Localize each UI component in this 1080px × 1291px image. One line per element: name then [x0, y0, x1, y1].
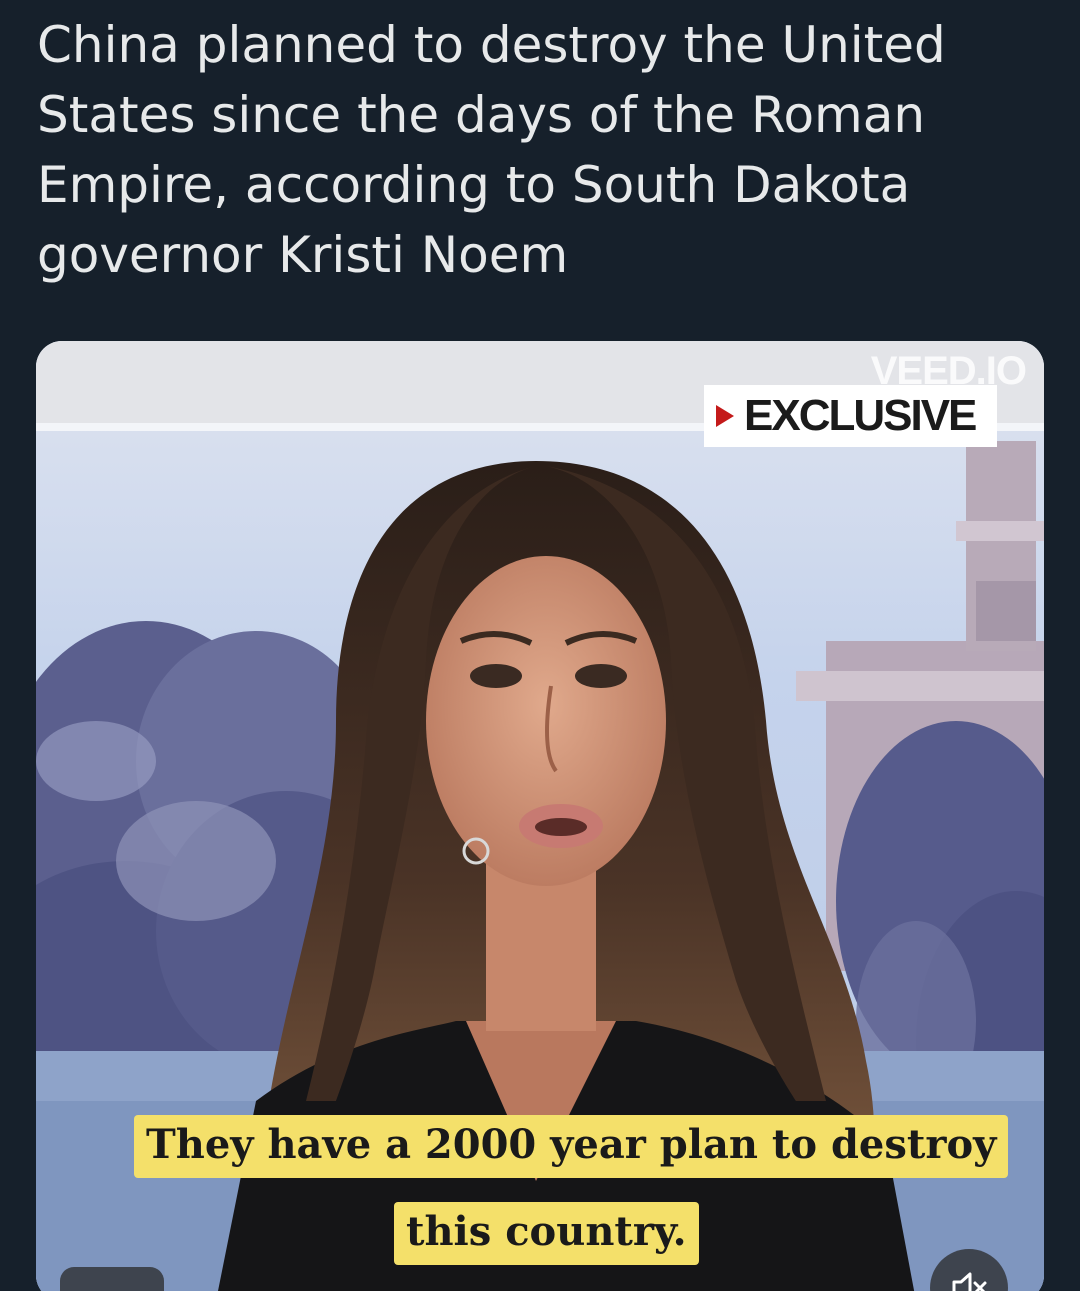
exclusive-tag: EXCLUSIVE — [704, 385, 998, 447]
video-caption-line: this country. — [394, 1202, 699, 1265]
tweet-text-line: States since the days of the Roman — [37, 86, 926, 144]
tweet-text: China planned to destroy the United Stat… — [37, 10, 1037, 290]
play-arrow-icon — [716, 405, 734, 427]
tweet-text-line: governor Kristi Noem — [37, 226, 569, 284]
video-caption-line: They have a 2000 year plan to destroy — [134, 1115, 1009, 1178]
video-player[interactable]: VEED.IO EXCLUSIVE They have a 2000 year … — [36, 341, 1044, 1291]
tweet-text-line: Empire, according to South Dakota — [37, 156, 911, 214]
exclusive-label: EXCLUSIVE — [744, 391, 977, 440]
tweet-text-line: China planned to destroy the United — [37, 16, 946, 74]
video-timestamp — [60, 1267, 164, 1291]
speaker-muted-icon — [952, 1272, 987, 1291]
